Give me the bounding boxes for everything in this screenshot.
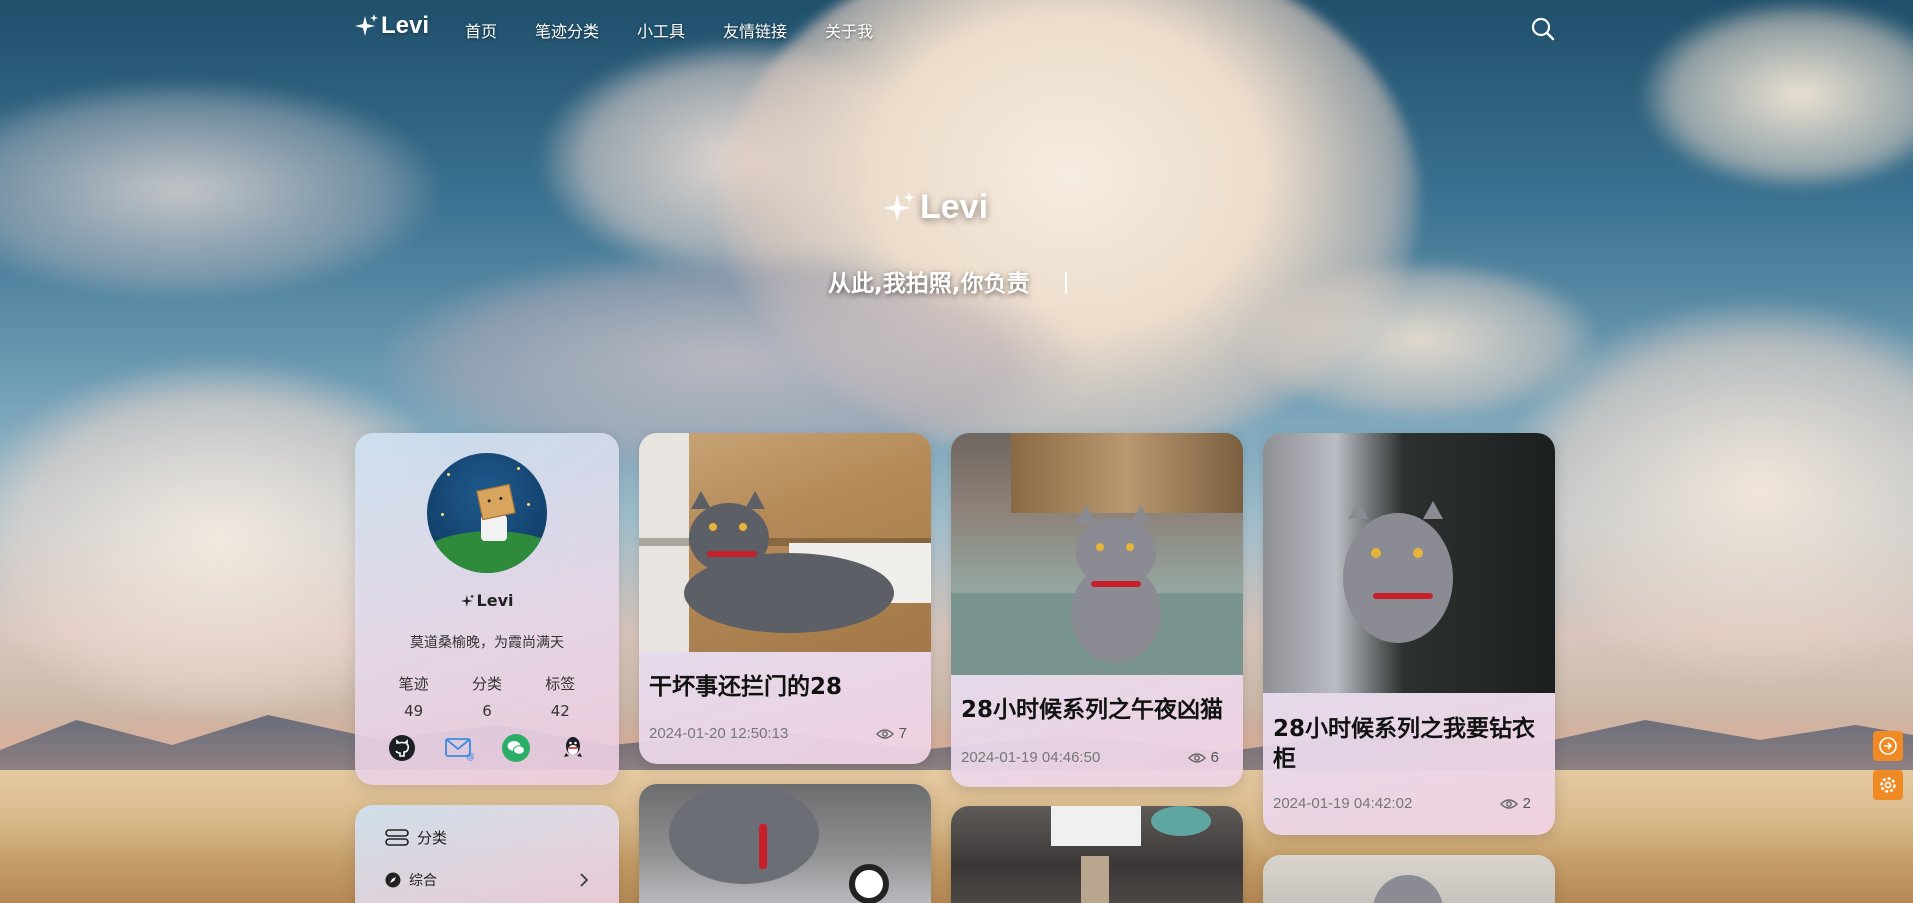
stat-value: 42 <box>550 702 570 720</box>
category-item[interactable]: 综合 <box>385 870 589 890</box>
post-card[interactable] <box>1263 855 1555 903</box>
post-views: 2 <box>1499 795 1531 812</box>
post-views-count: 2 <box>1522 795 1531 812</box>
category-heading-text: 分类 <box>417 829 448 847</box>
stat-notes[interactable]: 笔迹 49 <box>384 673 444 720</box>
menu-item-categories[interactable]: 笔迹分类 <box>535 18 599 42</box>
menu-item-home[interactable]: 首页 <box>465 18 497 42</box>
stat-label: 笔迹 <box>398 675 429 693</box>
stat-value: 6 <box>482 702 492 720</box>
post-title[interactable]: 28小时候系列之我要钻衣柜 <box>1273 714 1545 774</box>
profile-name: Levi <box>355 591 619 610</box>
post-views: 7 <box>875 725 907 742</box>
stat-tags[interactable]: 标签 42 <box>530 673 590 720</box>
post-date: 2024-01-19 04:42:02 <box>1273 795 1413 812</box>
arrow-right-circle-icon <box>1879 737 1897 755</box>
category-heading: 分类 <box>385 827 447 848</box>
go-forward-button[interactable] <box>1873 731 1903 761</box>
email-icon[interactable]: @ <box>444 733 474 763</box>
qq-icon[interactable] <box>558 733 588 763</box>
post-date: 2024-01-19 04:46:50 <box>961 749 1101 766</box>
post-views-count: 6 <box>1210 749 1219 766</box>
post-card[interactable]: 干坏事还拦门的28 2024-01-20 12:50:13 7 <box>639 433 931 764</box>
menu-item-links[interactable]: 友情链接 <box>723 18 787 42</box>
post-date: 2024-01-20 12:50:13 <box>649 725 789 742</box>
post-card[interactable] <box>951 806 1243 903</box>
compass-icon <box>385 872 401 888</box>
category-card: 分类 综合 <box>355 805 619 903</box>
hero-subtitle-text: 从此,我拍照,你负责 <box>828 271 1030 297</box>
gear-icon <box>1880 777 1896 793</box>
post-image[interactable] <box>951 433 1243 675</box>
post-image[interactable] <box>639 784 931 903</box>
typing-caret <box>1065 272 1068 294</box>
brand-logo[interactable]: Levi <box>355 12 429 40</box>
profile-name-text: Levi <box>476 591 514 610</box>
stat-label: 分类 <box>471 675 502 693</box>
github-icon[interactable] <box>387 733 417 763</box>
profile-motto: 莫道桑榆晚，为霞尚满天 <box>410 635 564 651</box>
eye-icon <box>1499 798 1518 809</box>
hero-subtitle: 从此,我拍照,你负责 <box>828 264 1068 298</box>
sparkle-icon <box>460 593 474 607</box>
post-title[interactable]: 28小时候系列之午夜凶猫 <box>961 695 1233 725</box>
post-views: 6 <box>1187 749 1219 766</box>
post-image[interactable] <box>639 433 931 652</box>
brand-name: Levi <box>381 12 430 39</box>
hero-title-text: Levi <box>920 188 989 226</box>
eye-icon <box>875 728 894 739</box>
profile-card: Levi 莫道桑榆晚，为霞尚满天 笔迹 49 分类 6 标签 42 @ <box>355 433 619 785</box>
sparkle-icon <box>355 14 378 36</box>
search-icon[interactable] <box>1530 16 1556 42</box>
category-item-label: 综合 <box>409 873 437 889</box>
post-views-count: 7 <box>898 725 907 742</box>
post-image[interactable] <box>951 806 1243 903</box>
profile-stats: 笔迹 49 分类 6 标签 42 <box>355 673 619 720</box>
stat-value: 49 <box>404 702 424 720</box>
post-title[interactable]: 干坏事还拦门的28 <box>649 672 921 702</box>
wechat-icon[interactable] <box>501 733 531 763</box>
list-icon <box>385 828 409 846</box>
top-nav: Levi 首页 笔迹分类 小工具 友情链接 关于我 <box>0 0 1913 58</box>
post-image[interactable] <box>1263 855 1555 903</box>
stat-categories[interactable]: 分类 6 <box>457 673 517 720</box>
post-image[interactable] <box>1263 433 1555 693</box>
hero-title: Levi <box>884 188 988 227</box>
menu-item-about[interactable]: 关于我 <box>825 18 873 42</box>
eye-icon <box>1187 752 1206 763</box>
post-card[interactable]: 28小时候系列之我要钻衣柜 2024-01-19 04:42:02 2 <box>1263 433 1555 835</box>
post-card[interactable]: 28小时候系列之午夜凶猫 2024-01-19 04:46:50 6 <box>951 433 1243 787</box>
chevron-right-icon <box>580 873 589 887</box>
svg-text:@: @ <box>466 752 474 761</box>
stat-label: 标签 <box>545 675 576 693</box>
social-links: @ <box>355 733 619 763</box>
post-card[interactable] <box>639 784 931 903</box>
menu-item-tools[interactable]: 小工具 <box>637 18 685 42</box>
avatar <box>427 453 547 573</box>
main-menu: 首页 笔迹分类 小工具 友情链接 关于我 <box>465 18 911 42</box>
settings-button[interactable] <box>1873 770 1903 800</box>
sparkle-icon <box>884 191 915 221</box>
